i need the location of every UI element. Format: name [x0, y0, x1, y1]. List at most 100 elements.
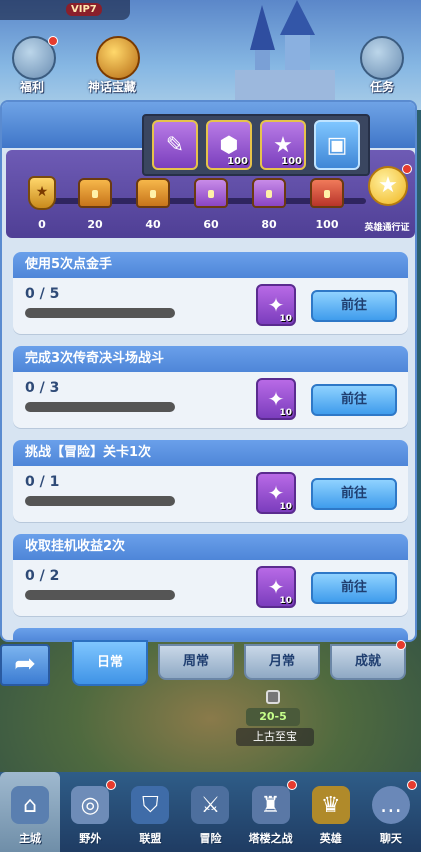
reward-qty: 10 [279, 502, 292, 512]
nav-label: 联盟 [139, 832, 162, 845]
stage-badge: 20-5 [246, 708, 300, 726]
nav-label: 聊天 [379, 832, 402, 845]
sword-icon: ⚔ [191, 786, 230, 824]
reward-qty: 100 [227, 156, 248, 167]
vip-badge: VIP7 [66, 3, 102, 16]
activity-badge-icon: ★ [28, 176, 56, 210]
go-button[interactable]: 前往 [311, 384, 397, 416]
nav-item-chat[interactable]: … 聊天 [361, 772, 421, 852]
scroll-icon[interactable]: ✎ [152, 120, 198, 170]
top-label-task: 任务 [370, 80, 395, 94]
chest-icon [252, 178, 286, 208]
milestone-label: 100 [315, 218, 339, 231]
treasure-icon[interactable] [96, 36, 140, 80]
notification-dot [48, 36, 58, 46]
player-bar[interactable]: VIP7 [0, 0, 130, 20]
milestone-chest-20[interactable] [78, 178, 112, 212]
chest-icon [194, 178, 228, 208]
nav-item-heroes[interactable]: ♛ 英雄 [301, 772, 361, 852]
hero-pass-label: 英雄通行证 [364, 223, 410, 233]
task-title: 完成3次传奇决斗场战斗 [13, 346, 408, 372]
nav-label: 野外 [79, 832, 102, 845]
milestone-label: 40 [145, 218, 161, 231]
purple-shield-icon[interactable]: ★ 100 [260, 120, 306, 170]
task-count: 0 / 1 [25, 474, 60, 490]
task-progress-bar [25, 308, 175, 318]
milestone-chest-40[interactable] [136, 178, 170, 212]
reward-star-icon[interactable]: ✦ 10 [256, 566, 296, 608]
notification-dot [396, 640, 406, 650]
notification-dot [406, 780, 417, 790]
task-item: 完成3次传奇决斗场战斗 0 / 3 ✦ 10 前往 [13, 346, 408, 428]
blue-chest-icon[interactable]: ▣ [314, 120, 360, 170]
task-progress-bar [25, 496, 175, 506]
tab-achievement[interactable]: 成就 [330, 644, 406, 680]
task-item: 收取挂机收益2次 0 / 2 ✦ 10 前往 [13, 534, 408, 616]
reward-qty: 10 [279, 596, 292, 606]
go-button[interactable]: 前往 [311, 290, 397, 322]
top-label-gift: 福利 [20, 80, 45, 94]
task-title: 挑战【冒险】关卡1次 [13, 440, 408, 466]
task-title: 使用5次点金手 [13, 252, 408, 278]
task-item: 挑战【冒险】关卡1次 0 / 1 ✦ 10 前往 [13, 440, 408, 522]
milestone-label: 20 [87, 218, 103, 231]
reward-qty: 10 [279, 408, 292, 418]
top-label-treasure: 神话宝藏 [88, 80, 137, 94]
portal-icon: ◎ [71, 786, 110, 824]
reward-qty: 10 [279, 314, 292, 324]
bottom-nav: ⌂ 主城 ◎ 野外 ⛉ 联盟 ⚔ 冒险 ♜ 塔楼之战 ♛ 英雄 … 聊天 [0, 772, 421, 852]
nav-item-field[interactable]: ◎ 野外 [60, 772, 120, 852]
task-title: 收取挂机收益2次 [13, 534, 408, 560]
milestone-label: 60 [203, 218, 219, 231]
chat-bubble-icon: … [371, 786, 410, 824]
nav-label: 冒险 [199, 832, 222, 845]
milestone-chest-100[interactable] [310, 178, 344, 212]
chest-icon [136, 178, 170, 208]
reward-popup: ✎ ⬢ 100 ★ 100 ▣ [142, 114, 370, 176]
stage-name[interactable]: 上古至宝 [236, 728, 314, 746]
chest-icon [78, 178, 112, 208]
task-panel: 任务 ★ 0 20 40 60 80 100 ★ 英雄通行证 使用5次点金手 [0, 100, 417, 642]
tower-icon: ♜ [251, 786, 290, 824]
go-button[interactable]: 前往 [311, 572, 397, 604]
nav-item-main-city[interactable]: ⌂ 主城 [0, 772, 61, 852]
castle-home-icon: ⌂ [11, 786, 50, 824]
nav-item-alliance[interactable]: ⛉ 联盟 [120, 772, 180, 852]
lock-icon [266, 690, 280, 704]
tab-daily[interactable]: 日常 [72, 640, 148, 686]
castle-icon [235, 0, 335, 110]
shield-icon: ⛉ [131, 786, 170, 824]
back-arrow-icon[interactable]: ➦ [0, 644, 50, 686]
task-progress-bar [25, 590, 175, 600]
tab-weekly[interactable]: 周常 [158, 644, 234, 680]
task-count: 0 / 2 [25, 568, 60, 584]
milestone-chest-80[interactable] [252, 178, 286, 212]
task-tabs: ➦ 日常 周常 月常 成就 [0, 640, 421, 690]
go-button[interactable]: 前往 [311, 478, 397, 510]
task-count: 0 / 5 [25, 286, 60, 302]
notification-dot [106, 780, 117, 790]
notification-dot [286, 780, 297, 790]
nav-item-adventure[interactable]: ⚔ 冒险 [180, 772, 240, 852]
task-progress-bar [25, 402, 175, 412]
notification-dot [402, 164, 412, 174]
milestone-chest-60[interactable] [194, 178, 228, 212]
chest-icon [310, 178, 344, 208]
helmet-icon: ♛ [311, 786, 350, 824]
nav-item-tower-battle[interactable]: ♜ 塔楼之战 [241, 772, 301, 852]
task-count: 0 / 3 [25, 380, 60, 396]
task-icon[interactable] [360, 36, 404, 80]
hex-emblem-icon[interactable]: ⬢ 100 [206, 120, 252, 170]
scene-top: VIP7 福利 神话宝藏 任务 [0, 0, 421, 110]
reward-qty: 100 [281, 156, 302, 167]
progress-current: 0 [38, 218, 46, 231]
nav-label: 主城 [19, 832, 42, 845]
reward-star-icon[interactable]: ✦ 10 [256, 378, 296, 420]
nav-label: 塔楼之战 [248, 832, 293, 845]
milestone-label: 80 [261, 218, 277, 231]
reward-star-icon[interactable]: ✦ 10 [256, 472, 296, 514]
nav-label: 英雄 [319, 832, 342, 845]
task-item: 使用5次点金手 0 / 5 ✦ 10 前往 [13, 252, 408, 334]
tab-monthly[interactable]: 月常 [244, 644, 320, 680]
reward-star-icon[interactable]: ✦ 10 [256, 284, 296, 326]
